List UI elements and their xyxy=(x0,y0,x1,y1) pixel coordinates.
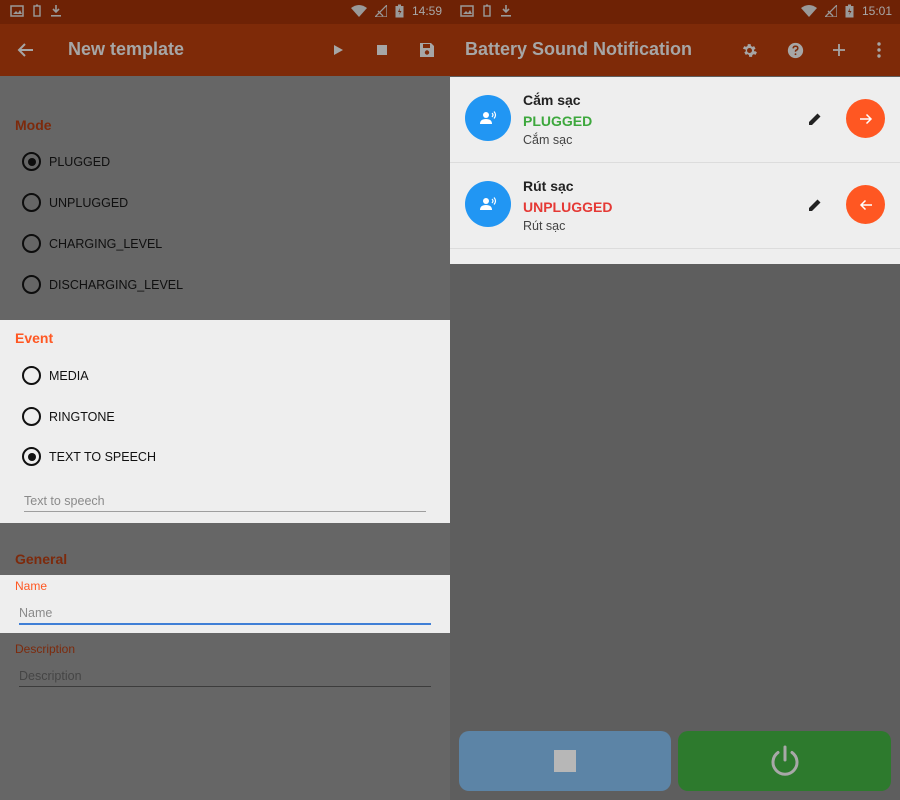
radio-charging-level[interactable]: CHARGING_LEVEL xyxy=(22,234,162,253)
edit-pencil-icon[interactable] xyxy=(805,195,825,215)
notification-list: Cắm sạc PLUGGED Cắm sạc Rút sạc UNPLUGGE… xyxy=(450,77,900,264)
stop-icon[interactable] xyxy=(370,38,394,62)
radio-checked-icon xyxy=(22,447,41,466)
radio-unchecked-icon xyxy=(22,366,41,385)
wifi-icon xyxy=(350,5,367,17)
play-icon[interactable] xyxy=(326,38,350,62)
radio-label: MEDIA xyxy=(49,368,89,383)
tts-input-underline xyxy=(24,511,426,512)
help-icon[interactable] xyxy=(783,38,807,62)
no-signal-icon xyxy=(374,5,387,17)
image-notification-icon xyxy=(10,4,24,17)
no-signal-icon xyxy=(824,5,837,17)
status-bar: 15:01 xyxy=(450,0,900,24)
add-icon[interactable] xyxy=(827,38,851,62)
description-label: Description xyxy=(15,642,76,656)
wifi-icon xyxy=(800,5,817,17)
item-title: Cắm sạc xyxy=(523,92,581,108)
power-button[interactable] xyxy=(678,731,891,791)
voice-avatar-icon xyxy=(465,181,511,227)
save-icon[interactable] xyxy=(415,38,439,62)
radio-label: CHARGING_LEVEL xyxy=(49,236,163,251)
tts-input[interactable]: Text to speech xyxy=(24,494,105,508)
item-status: PLUGGED xyxy=(523,113,593,129)
radio-discharging-level[interactable]: DISCHARGING_LEVEL xyxy=(22,275,183,294)
edit-pencil-icon[interactable] xyxy=(805,109,825,129)
radio-unchecked-icon xyxy=(22,407,41,426)
radio-label: UNPLUGGED xyxy=(49,195,129,210)
mode-title: Mode xyxy=(15,117,52,133)
battery-notification-icon xyxy=(483,4,491,17)
app-title: Battery Sound Notification xyxy=(465,39,693,59)
list-item[interactable]: Rút sạc UNPLUGGED Rút sạc xyxy=(450,163,900,249)
notification-list-screen: 15:01 Battery Sound Notification Cắm sạc… xyxy=(450,0,900,800)
status-time: 14:59 xyxy=(411,4,442,18)
battery-icon xyxy=(845,4,854,18)
image-notification-icon xyxy=(460,4,474,17)
radio-label: DISCHARGING_LEVEL xyxy=(49,277,184,292)
power-icon xyxy=(771,745,798,776)
status-time: 15:01 xyxy=(861,4,892,18)
list-item[interactable]: Cắm sạc PLUGGED Cắm sạc xyxy=(450,77,900,163)
description-input[interactable]: Description xyxy=(19,669,82,683)
radio-unplugged[interactable]: UNPLUGGED xyxy=(22,193,128,212)
name-input-underline xyxy=(19,623,431,625)
arrow-right-icon[interactable] xyxy=(846,99,885,138)
item-subtitle: Cắm sạc xyxy=(523,133,573,147)
new-template-screen: 14:59 New template Mode PLUGGED UNPLUGGE… xyxy=(0,0,450,800)
radio-media[interactable]: MEDIA xyxy=(22,366,89,385)
description-input-underline xyxy=(19,686,431,687)
app-bar: New template xyxy=(0,24,450,76)
overflow-menu-icon[interactable] xyxy=(867,38,891,62)
radio-unchecked-icon xyxy=(22,275,41,294)
stop-button[interactable] xyxy=(459,731,671,791)
battery-notification-icon xyxy=(33,4,41,17)
item-title: Rút sạc xyxy=(523,178,574,194)
download-notification-icon xyxy=(51,5,61,17)
back-arrow-icon[interactable] xyxy=(14,38,38,62)
radio-unchecked-icon xyxy=(22,234,41,253)
radio-label: PLUGGED xyxy=(49,154,111,169)
item-subtitle: Rút sạc xyxy=(523,219,566,233)
radio-checked-icon xyxy=(22,152,41,171)
stop-square-icon xyxy=(554,750,576,772)
item-status: UNPLUGGED xyxy=(523,199,613,215)
gear-icon[interactable] xyxy=(737,38,761,62)
radio-plugged[interactable]: PLUGGED xyxy=(22,152,110,171)
event-section: Event MEDIA RINGTONE TEXT TO SPEECH Text… xyxy=(0,320,450,523)
radio-label: TEXT TO SPEECH xyxy=(49,449,156,464)
status-bar: 14:59 xyxy=(0,0,450,24)
event-title: Event xyxy=(15,330,54,346)
name-field-panel: Name Name xyxy=(0,575,450,633)
app-bar: Battery Sound Notification xyxy=(450,24,900,76)
download-notification-icon xyxy=(501,5,511,17)
radio-unchecked-icon xyxy=(22,193,41,212)
screenshot-root: 14:59 New template Mode PLUGGED UNPLUGGE… xyxy=(0,0,900,800)
arrow-left-icon[interactable] xyxy=(846,185,885,224)
name-input[interactable]: Name xyxy=(19,606,52,620)
voice-avatar-icon xyxy=(465,95,511,141)
radio-ringtone[interactable]: RINGTONE xyxy=(22,407,115,426)
page-title: New template xyxy=(68,39,185,59)
radio-text-to-speech[interactable]: TEXT TO SPEECH xyxy=(22,447,156,466)
radio-label: RINGTONE xyxy=(49,409,115,424)
battery-icon xyxy=(395,4,404,18)
general-title: General xyxy=(15,551,68,567)
name-label: Name xyxy=(15,579,48,593)
